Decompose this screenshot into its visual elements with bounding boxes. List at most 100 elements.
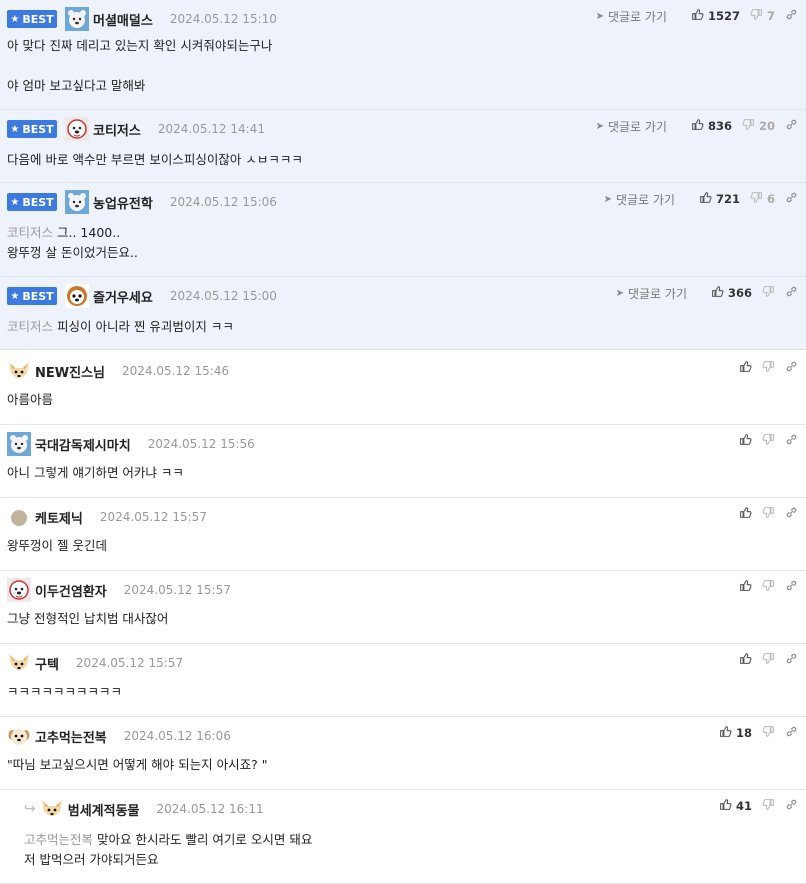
goto-comment-link[interactable]: ➤ 댓글로 가기: [596, 118, 667, 135]
goto-comment-link[interactable]: ➤ 댓글로 가기: [596, 8, 667, 25]
link-icon: [785, 191, 798, 207]
nickname[interactable]: 국대감독제시마치: [35, 435, 131, 454]
comment: 고추먹는전복 2024.05.12 16:06 "따님 보고싶으시면 어떻게 해야 …: [0, 717, 806, 790]
mention-nick[interactable]: 코티저스: [7, 225, 53, 240]
nickname[interactable]: 범세계적동물: [68, 800, 140, 819]
thumbs-down-icon: [750, 191, 763, 207]
star-icon: ★: [10, 123, 20, 135]
upvote-button[interactable]: [739, 579, 752, 595]
comment-body: 왕뚜껑이 젤 웃긴데: [7, 538, 107, 553]
circle-avatar[interactable]: [7, 505, 31, 529]
polar-bear-avatar[interactable]: [7, 432, 31, 456]
mention-nick[interactable]: 코티저스: [7, 319, 53, 334]
comment: NEW진스님 2024.05.12 15:46 아름아름: [0, 352, 806, 425]
downvote-button[interactable]: [762, 652, 775, 668]
nickname[interactable]: 즐거우세요: [93, 287, 153, 306]
comment-actions: 41: [709, 796, 798, 816]
thumbs-up-icon: [719, 725, 732, 741]
nickname[interactable]: NEW진스님: [35, 362, 105, 381]
downvote-button[interactable]: [762, 579, 775, 595]
upvote-button[interactable]: 18: [719, 725, 752, 741]
share-link-button[interactable]: [785, 360, 798, 376]
thumbs-up-icon: [699, 191, 712, 207]
dog-avatar[interactable]: [65, 117, 89, 141]
timestamp: 2024.05.12 16:06: [123, 729, 231, 743]
timestamp: 2024.05.12 15:06: [169, 195, 277, 209]
puppy-avatar[interactable]: [7, 724, 31, 748]
share-link-button[interactable]: [785, 433, 798, 449]
nickname[interactable]: 케토제닉: [35, 508, 83, 527]
upvote-button[interactable]: 836: [691, 118, 732, 134]
comment-text: 코티저스 피싱이 아니라 찐 유괴범이지 ㅋㅋ: [7, 317, 234, 337]
upvote-count: 41: [735, 799, 752, 813]
timestamp: 2024.05.12 15:57: [99, 510, 207, 524]
downvote-button[interactable]: 20: [742, 118, 775, 134]
comment: 케토제닉 2024.05.12 15:57 왕뚜껑이 젤 웃긴데: [0, 498, 806, 571]
downvote-button[interactable]: [762, 725, 775, 741]
nickname[interactable]: 농업유전학: [93, 193, 153, 212]
share-link-button[interactable]: [785, 652, 798, 668]
polar-bear-avatar[interactable]: [65, 190, 89, 214]
downvote-button[interactable]: [762, 360, 775, 376]
goto-comment-link[interactable]: ➤ 댓글로 가기: [604, 191, 675, 208]
comment-text: 고추먹는전복 맞아요 한시라도 빨리 여기로 오시면 돼요 저 밥먹으러 가야되거…: [24, 830, 312, 870]
comment-header: NEW진스님 2024.05.12 15:46: [7, 359, 229, 383]
comment-actions: [729, 431, 798, 451]
polar-bear-avatar[interactable]: [65, 7, 89, 31]
nickname[interactable]: 코티저스: [93, 120, 141, 139]
upvote-button[interactable]: [739, 506, 752, 522]
share-link-button[interactable]: [785, 798, 798, 814]
share-link-button[interactable]: [785, 118, 798, 134]
share-link-button[interactable]: [785, 191, 798, 207]
goto-comment-link[interactable]: ➤ 댓글로 가기: [616, 285, 687, 302]
link-icon: [785, 725, 798, 741]
downvote-button[interactable]: [762, 433, 775, 449]
best-badge: ★ BEST: [7, 193, 57, 211]
upvote-button[interactable]: [739, 652, 752, 668]
dog-avatar[interactable]: [7, 578, 31, 602]
upvote-button[interactable]: [739, 433, 752, 449]
downvote-button[interactable]: 7: [750, 8, 775, 24]
nickname[interactable]: 고추먹는전복: [35, 727, 107, 746]
upvote-button[interactable]: 41: [719, 798, 752, 814]
downvote-button[interactable]: 6: [750, 191, 775, 207]
comment-actions: 18: [709, 723, 798, 743]
share-link-button[interactable]: [785, 285, 798, 301]
nickname[interactable]: 구텍: [35, 654, 59, 673]
mention-nick[interactable]: 고추먹는전복: [24, 832, 93, 847]
upvote-button[interactable]: 721: [699, 191, 740, 207]
reply-comment: ↪ 범세계적동물 2024.05.12 16:11 고추먹는전복 맞아요 한시라도 빨리…: [0, 790, 806, 884]
thumbs-down-icon: [750, 8, 763, 24]
thumbs-up-icon: [739, 506, 752, 522]
thumbs-down-icon: [762, 360, 775, 376]
goto-comment-label: 댓글로 가기: [607, 119, 667, 134]
downvote-button[interactable]: [762, 798, 775, 814]
timestamp: 2024.05.12 15:00: [169, 289, 277, 303]
fox-avatar[interactable]: [40, 797, 64, 821]
share-link-button[interactable]: [785, 506, 798, 522]
fox-avatar[interactable]: [7, 651, 31, 675]
nickname[interactable]: 머셜매덜스: [93, 10, 153, 29]
downvote-button[interactable]: [762, 285, 775, 301]
share-link-button[interactable]: [785, 8, 798, 24]
timestamp: 2024.05.12 15:10: [169, 12, 277, 26]
downvote-button[interactable]: [762, 506, 775, 522]
bear-avatar[interactable]: [65, 284, 89, 308]
upvote-button[interactable]: 366: [711, 285, 752, 301]
comment-actions: ➤ 댓글로 가기 1527 7: [596, 6, 798, 26]
upvote-button[interactable]: [739, 360, 752, 376]
share-link-button[interactable]: [785, 725, 798, 741]
nickname[interactable]: 이두건염환자: [35, 581, 107, 600]
fox-avatar[interactable]: [7, 359, 31, 383]
comment-header: 구텍 2024.05.12 15:57: [7, 651, 183, 675]
best-comment: ★ BEST 즐거우세요 2024.05.12 15:00 코티저스 피싱이 아니라 찐 …: [0, 277, 806, 350]
comment-actions: ➤ 댓글로 가기 721 6: [604, 189, 798, 209]
upvote-button[interactable]: 1527: [691, 8, 740, 24]
share-link-button[interactable]: [785, 579, 798, 595]
thumbs-up-icon: [691, 8, 704, 24]
comment: 이두건염환자 2024.05.12 15:57 그냥 전형적인 납치범 대사잖어: [0, 571, 806, 644]
downvote-count: 20: [758, 119, 775, 133]
best-comment: ★ BEST 농업유전학 2024.05.12 15:06 코티저스 그.. 1400..…: [0, 183, 806, 277]
timestamp: 2024.05.12 15:56: [147, 437, 255, 451]
comment-text: 아 맞다 진짜 데리고 있는지 확인 시켜줘야되는구나 야 엄마 보고싶다고 말…: [7, 36, 272, 96]
